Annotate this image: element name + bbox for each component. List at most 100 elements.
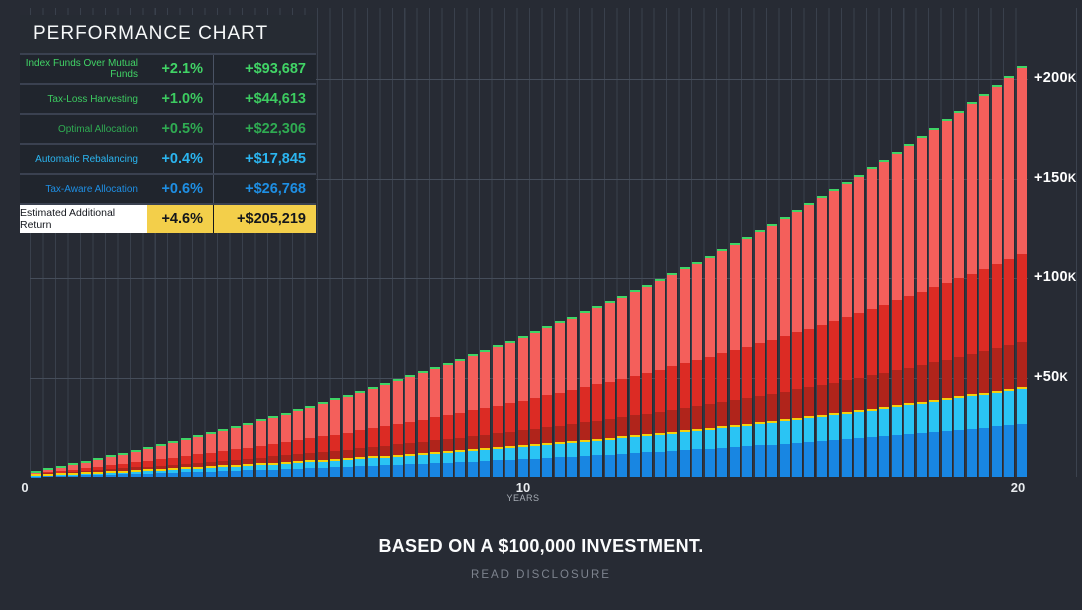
bar[interactable]: [755, 230, 765, 477]
bar[interactable]: [530, 331, 540, 477]
bar-segment: [967, 274, 977, 355]
bar[interactable]: [318, 402, 328, 477]
bar[interactable]: [268, 416, 278, 477]
bar-segment: [979, 428, 989, 477]
bar[interactable]: [393, 379, 403, 477]
bar[interactable]: [667, 273, 677, 477]
bar[interactable]: [655, 279, 665, 477]
bar[interactable]: [156, 444, 166, 477]
bar[interactable]: [305, 406, 315, 477]
bar[interactable]: [879, 160, 889, 478]
bar[interactable]: [742, 237, 752, 477]
bar[interactable]: [380, 383, 390, 477]
bar[interactable]: [630, 290, 640, 477]
bar[interactable]: [692, 262, 702, 478]
bar[interactable]: [281, 413, 291, 477]
bar[interactable]: [954, 111, 964, 477]
bar-segment: [493, 460, 503, 477]
bar[interactable]: [730, 243, 740, 477]
bar[interactable]: [231, 426, 241, 477]
bar[interactable]: [443, 363, 453, 477]
bar-segment: [942, 431, 952, 477]
bar[interactable]: [967, 102, 977, 477]
bar[interactable]: [842, 182, 852, 477]
bar-segment: [705, 357, 715, 404]
bar[interactable]: [243, 423, 253, 477]
bar[interactable]: [992, 85, 1002, 477]
bar[interactable]: [567, 316, 577, 477]
bar[interactable]: [929, 128, 939, 477]
bar-segment: [68, 476, 78, 477]
bar[interactable]: [917, 136, 927, 477]
bar[interactable]: [68, 463, 78, 477]
bar[interactable]: [480, 350, 490, 477]
bar[interactable]: [867, 167, 877, 477]
bar-segment: [206, 434, 216, 453]
bar[interactable]: [181, 438, 191, 477]
bar[interactable]: [31, 471, 41, 477]
bar-segment: [979, 269, 989, 351]
bar[interactable]: [330, 398, 340, 477]
bar[interactable]: [168, 441, 178, 477]
bar[interactable]: [56, 466, 66, 477]
bar[interactable]: [81, 461, 91, 478]
bar[interactable]: [542, 326, 552, 477]
bar[interactable]: [592, 306, 602, 477]
bar[interactable]: [904, 144, 914, 477]
bar[interactable]: [605, 301, 615, 477]
bar[interactable]: [642, 285, 652, 477]
bar-segment: [655, 435, 665, 452]
bar-segment: [81, 475, 91, 477]
bar[interactable]: [430, 367, 440, 477]
bar[interactable]: [555, 321, 565, 477]
bar[interactable]: [193, 435, 203, 477]
bar[interactable]: [493, 345, 503, 477]
bar[interactable]: [256, 419, 266, 477]
bar[interactable]: [817, 196, 827, 477]
bar[interactable]: [355, 391, 365, 477]
bar[interactable]: [580, 311, 590, 477]
bar[interactable]: [43, 468, 53, 477]
bar-segment: [780, 444, 790, 477]
bar[interactable]: [892, 152, 902, 477]
bar[interactable]: [942, 119, 952, 477]
bar[interactable]: [131, 450, 141, 477]
bar[interactable]: [854, 175, 864, 477]
bar-segment: [742, 426, 752, 447]
bar[interactable]: [979, 94, 989, 477]
bar-segment: [455, 361, 465, 413]
bar[interactable]: [780, 217, 790, 477]
bar[interactable]: [518, 336, 528, 477]
bar[interactable]: [505, 341, 515, 477]
bar[interactable]: [118, 452, 128, 477]
bar-segment: [330, 451, 340, 459]
bar-segment: [567, 424, 577, 441]
bar[interactable]: [405, 375, 415, 477]
bar[interactable]: [804, 203, 814, 477]
bar[interactable]: [680, 267, 690, 477]
bar[interactable]: [767, 224, 777, 477]
bar[interactable]: [468, 354, 478, 477]
bar[interactable]: [617, 296, 627, 477]
bar[interactable]: [93, 458, 103, 477]
bar[interactable]: [1017, 66, 1027, 477]
bar[interactable]: [218, 429, 228, 477]
bar[interactable]: [343, 395, 353, 477]
bar[interactable]: [206, 432, 216, 477]
bar[interactable]: [368, 387, 378, 477]
bar[interactable]: [1004, 76, 1014, 477]
bar[interactable]: [717, 249, 727, 477]
bar-segment: [380, 385, 390, 426]
bar-segment: [256, 421, 266, 446]
bar[interactable]: [455, 359, 465, 477]
bar[interactable]: [792, 210, 802, 477]
bar[interactable]: [293, 409, 303, 477]
bar[interactable]: [418, 371, 428, 477]
bar[interactable]: [705, 255, 715, 477]
bar[interactable]: [106, 455, 116, 477]
bar[interactable]: [143, 447, 153, 477]
read-disclosure-link[interactable]: READ DISCLOSURE: [0, 569, 1082, 581]
bar-segment: [305, 453, 315, 460]
bar[interactable]: [829, 189, 839, 477]
bar-segment: [542, 458, 552, 477]
